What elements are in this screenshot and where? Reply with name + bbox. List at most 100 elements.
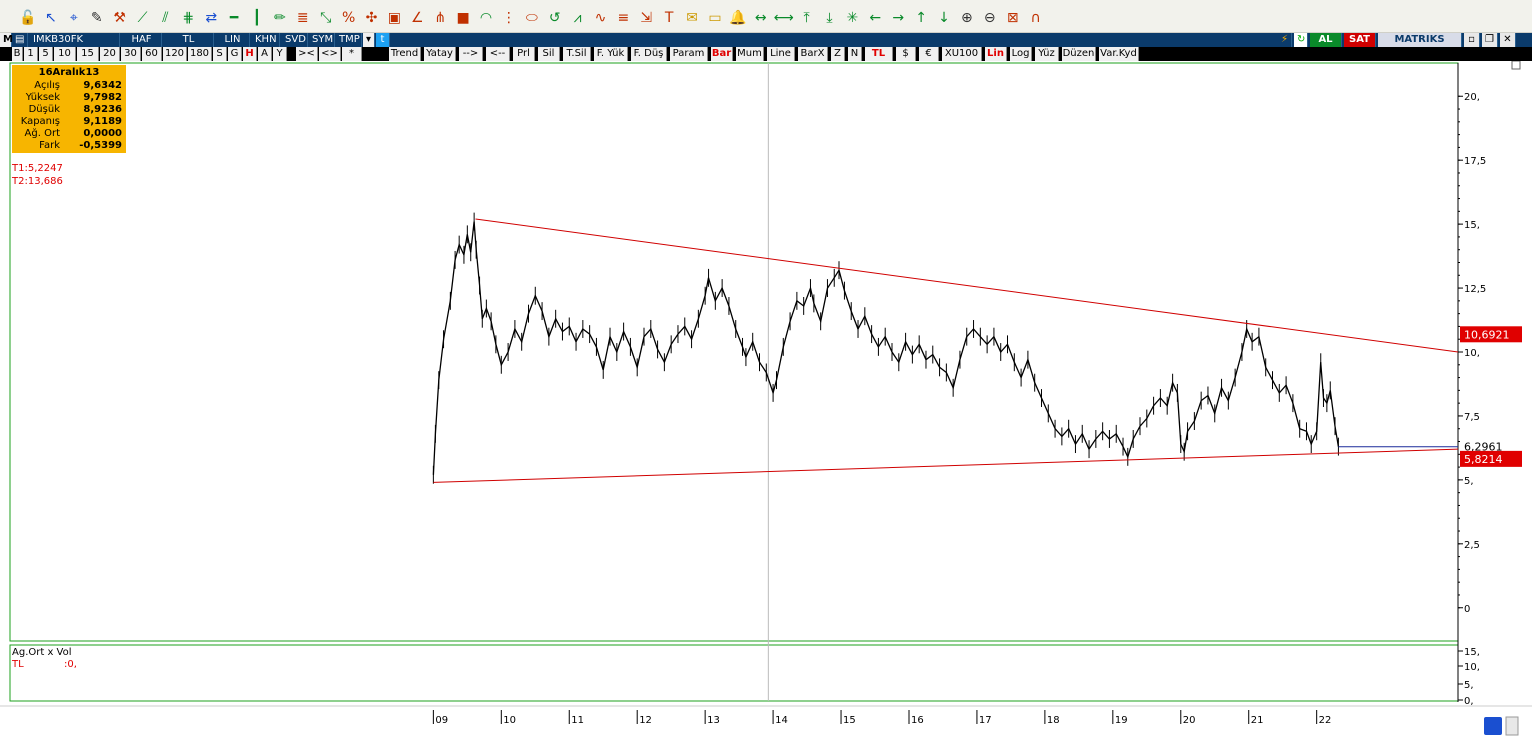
arrow-right-icon[interactable]: → — [889, 9, 907, 27]
tool-bar[interactable]: Bar — [711, 47, 733, 61]
pencil-icon[interactable]: ✏ — [271, 9, 289, 27]
horizontal-line-icon[interactable]: ━ — [225, 9, 243, 27]
svd-button[interactable]: SVD — [282, 33, 308, 47]
tool-f-yük[interactable]: F. Yük — [594, 47, 628, 61]
move-horizontal-icon[interactable]: ↔ — [752, 9, 770, 27]
callout-icon[interactable]: ✉ — [683, 9, 701, 27]
tool-€[interactable]: € — [919, 47, 939, 61]
period-s[interactable]: S — [213, 47, 227, 61]
tool-log[interactable]: Log — [1010, 47, 1032, 61]
magnet-icon[interactable]: ∩ — [1027, 9, 1045, 27]
refresh-icon[interactable]: ↻ — [1294, 33, 1308, 47]
parallel-lines-icon[interactable]: ⋕ — [179, 9, 197, 27]
arrow-left-icon[interactable]: ← — [866, 9, 884, 27]
period-y[interactable]: Y — [273, 47, 287, 61]
trend-line-icon[interactable]: ⟋ — [134, 9, 152, 27]
period-1[interactable]: 1 — [24, 47, 38, 61]
dropdown-icon[interactable]: ▾ — [363, 33, 375, 47]
tool-line[interactable]: Line — [767, 47, 795, 61]
extension-icon[interactable]: ⇲ — [637, 9, 655, 27]
sym-button[interactable]: SYM — [309, 33, 335, 47]
box-icon[interactable]: ▣ — [385, 9, 403, 27]
tmp-button[interactable]: TMP — [336, 33, 362, 47]
fan-icon[interactable]: ⋔ — [431, 9, 449, 27]
fibo-icon[interactable]: ≣ — [294, 9, 312, 27]
bell-icon[interactable]: 🔔 — [729, 9, 747, 27]
arc-icon[interactable]: ◠ — [477, 9, 495, 27]
arrow-down-icon[interactable]: ↓ — [935, 9, 953, 27]
tool-trend[interactable]: Trend — [389, 47, 421, 61]
symbol-name[interactable]: IMKB30FK — [30, 33, 120, 47]
twitter-icon[interactable]: t — [376, 33, 390, 47]
tool-prl[interactable]: Prl — [513, 47, 535, 61]
snowflake-icon[interactable]: ✳ — [843, 9, 861, 27]
tool-düzen[interactable]: Düzen — [1062, 47, 1096, 61]
lock-open-icon[interactable]: 🔓 — [19, 9, 37, 27]
expand-vertical-icon[interactable]: ⤓ — [821, 9, 839, 27]
cycle-icon[interactable]: ↺ — [546, 9, 564, 27]
period-20[interactable]: 20 — [100, 47, 120, 61]
close-icon[interactable]: ✕ — [1500, 33, 1516, 47]
retracement-icon[interactable]: ≡ — [614, 9, 632, 27]
period-120[interactable]: 120 — [163, 47, 187, 61]
period-select[interactable]: HAF — [122, 33, 162, 47]
restore-icon[interactable]: ❐ — [1482, 33, 1498, 47]
close-chart-icon[interactable]: ⊠ — [1004, 9, 1022, 27]
crosshair-icon[interactable]: ⌖ — [65, 9, 83, 27]
tool-barx[interactable]: BarX — [798, 47, 828, 61]
tool-xu100[interactable]: XU100 — [942, 47, 982, 61]
buy-button[interactable]: AL — [1310, 33, 1342, 47]
period-15[interactable]: 15 — [77, 47, 99, 61]
channel-icon[interactable]: ⫽ — [156, 9, 174, 27]
period-180[interactable]: 180 — [188, 47, 212, 61]
minimize-icon[interactable]: ▫ — [1464, 33, 1480, 47]
arrows-icon[interactable]: ⇄ — [202, 9, 220, 27]
scale-select[interactable]: LIN — [216, 33, 250, 47]
square-icon[interactable]: ■ — [454, 9, 472, 27]
period-60[interactable]: 60 — [142, 47, 162, 61]
zoom-in-icon[interactable]: ⊕ — [958, 9, 976, 27]
tool-lin[interactable]: Lin — [985, 47, 1007, 61]
collapse-vertical-icon[interactable]: ⤒ — [798, 9, 816, 27]
period-30[interactable]: 30 — [121, 47, 141, 61]
angle-icon[interactable]: ∠ — [408, 9, 426, 27]
period-g[interactable]: G — [228, 47, 242, 61]
tool-yatay[interactable]: Yatay — [424, 47, 456, 61]
zoom-out-icon[interactable]: ⊖ — [981, 9, 999, 27]
tool-f-düş[interactable]: F. Düş — [631, 47, 667, 61]
gann-icon[interactable]: ✣ — [363, 9, 381, 27]
tool-tl[interactable]: TL — [865, 47, 893, 61]
tool-t-sil[interactable]: T.Sil — [563, 47, 591, 61]
period-a[interactable]: A — [258, 47, 272, 61]
regression-icon[interactable]: ⤡ — [317, 9, 335, 27]
menu-m[interactable]: M — [0, 33, 13, 47]
time-zone-icon[interactable]: ⋮ — [500, 9, 518, 27]
tool-var-kyd[interactable]: Var.Kyd — [1099, 47, 1139, 61]
nav-button-0[interactable]: >< — [296, 47, 318, 61]
khn-button[interactable]: KHN — [252, 33, 280, 47]
arrow-up-icon[interactable]: ↑ — [912, 9, 930, 27]
tool-mum[interactable]: Mum — [736, 47, 764, 61]
note-icon[interactable]: ▭ — [706, 9, 724, 27]
edit-icon[interactable]: ✎ — [88, 9, 106, 27]
vertical-line-icon[interactable]: ┃ — [248, 9, 266, 27]
period-10[interactable]: 10 — [54, 47, 76, 61]
ellipse-icon[interactable]: ⬭ — [523, 9, 541, 27]
percent-icon[interactable]: % — [340, 9, 358, 27]
nav-button-2[interactable]: * — [342, 47, 362, 61]
price-chart[interactable]: 20, 17,5 15, 12,5 10, 7,5 5, 2,5 0 15, 10, 5, 0, 09 10… — [0, 61, 1532, 744]
tool-param[interactable]: Param — [670, 47, 708, 61]
tool-n[interactable]: N — [848, 47, 862, 61]
cursor-arrow-icon[interactable]: ↖ — [42, 9, 60, 27]
period-5[interactable]: 5 — [39, 47, 53, 61]
tool--[interactable]: <-- — [486, 47, 510, 61]
period-b[interactable]: B — [12, 47, 23, 61]
period-h[interactable]: H — [243, 47, 257, 61]
wave-icon[interactable]: ∿ — [592, 9, 610, 27]
tool-$[interactable]: $ — [896, 47, 916, 61]
resize-horizontal-icon[interactable]: ⟷ — [774, 9, 794, 27]
tool-yüz[interactable]: Yüz — [1035, 47, 1059, 61]
nav-button-1[interactable]: <> — [319, 47, 341, 61]
tool-z[interactable]: Z — [831, 47, 845, 61]
tool--[interactable]: --> — [459, 47, 483, 61]
